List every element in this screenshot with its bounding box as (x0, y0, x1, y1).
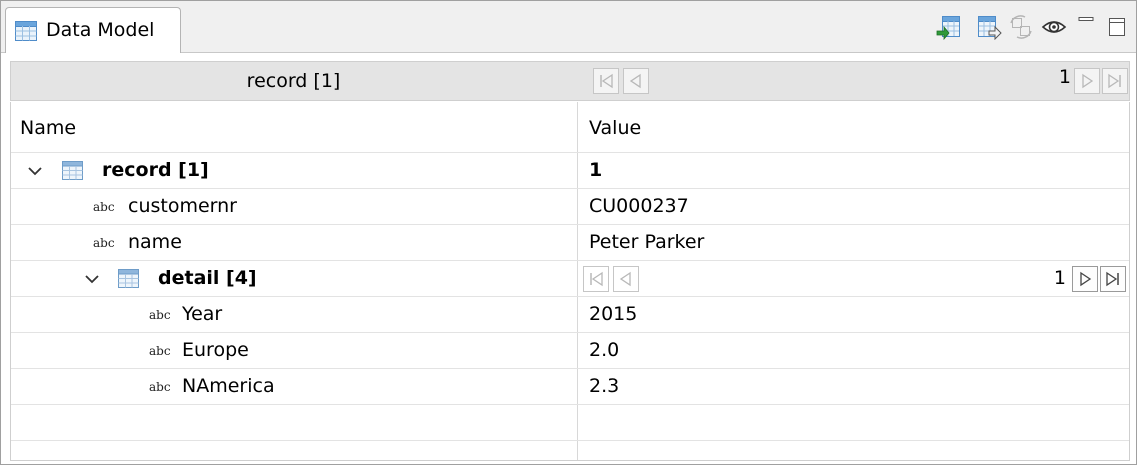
row-name: NAmerica (182, 375, 275, 397)
record-current-number: 1 (1058, 66, 1071, 88)
table-header: Name Value (11, 102, 1129, 153)
first-record-icon (590, 271, 603, 287)
synchronize-icon[interactable] (1008, 14, 1034, 40)
detail-current-number: 1 (1053, 267, 1066, 289)
row-name: record [1] (102, 159, 209, 181)
record-navigation-bar: record [1] 1 (10, 61, 1130, 101)
string-type-icon: abc (149, 380, 171, 394)
table-row-record[interactable]: record [1] 1 (11, 153, 1129, 189)
column-header-name[interactable]: Name (20, 102, 76, 152)
table-row-empty (11, 405, 1129, 441)
column-header-value[interactable]: Value (589, 102, 641, 152)
maximize-icon[interactable] (1104, 14, 1130, 40)
string-type-icon: abc (149, 344, 171, 358)
row-name: Year (182, 303, 223, 325)
export-data-icon[interactable] (976, 14, 1002, 40)
row-name: detail [4] (158, 267, 257, 289)
record-nav-title: record [1] (246, 70, 341, 92)
table-row-detail[interactable]: detail [4] 1 (11, 261, 1129, 297)
table-row-namerica[interactable]: abc NAmerica 2.3 (11, 369, 1129, 405)
view-tab-bar: Data Model (1, 1, 1136, 53)
row-name: customernr (128, 195, 237, 217)
row-value[interactable]: 2015 (589, 297, 637, 332)
next-record-icon (1080, 271, 1092, 287)
previous-record-icon (629, 73, 641, 89)
table-icon (118, 269, 139, 288)
data-tree-table: Name Value record [1] 1 abc customernr C… (10, 102, 1130, 461)
string-type-icon: abc (93, 200, 115, 214)
string-type-icon: abc (149, 308, 171, 322)
detail-last-button[interactable] (1100, 266, 1126, 292)
detail-next-button[interactable] (1072, 266, 1098, 292)
tab-label: Data Model (46, 19, 155, 41)
detail-previous-button[interactable] (613, 266, 639, 292)
chevron-down-icon[interactable] (27, 164, 43, 178)
row-value[interactable]: 2.0 (589, 333, 619, 368)
last-record-icon (1108, 73, 1121, 89)
next-record-button[interactable] (1074, 68, 1100, 94)
chevron-down-icon[interactable] (84, 272, 100, 286)
first-record-icon (600, 73, 613, 89)
table-row-europe[interactable]: abc Europe 2.0 (11, 333, 1129, 369)
string-type-icon: abc (93, 236, 115, 250)
row-name: name (128, 231, 182, 253)
table-row-year[interactable]: abc Year 2015 (11, 297, 1129, 333)
next-record-icon (1082, 73, 1094, 89)
table-row-name[interactable]: abc name Peter Parker (11, 225, 1129, 261)
first-record-button[interactable] (593, 68, 619, 94)
previous-record-button[interactable] (623, 68, 649, 94)
tab-data-model[interactable]: Data Model (5, 7, 181, 53)
previous-record-icon (619, 271, 631, 287)
detail-first-button[interactable] (583, 266, 609, 292)
table-row-customernr[interactable]: abc customernr CU000237 (11, 189, 1129, 225)
minimize-icon[interactable] (1073, 14, 1099, 40)
row-value[interactable]: 2.3 (589, 369, 619, 404)
last-record-icon (1106, 271, 1119, 287)
table-icon (15, 21, 37, 41)
row-name: Europe (182, 339, 249, 361)
row-value: 1 (589, 159, 603, 181)
last-record-button[interactable] (1102, 68, 1128, 94)
data-model-view: Data Model record [1] 1 Name Value recor… (0, 0, 1137, 465)
row-value[interactable]: CU000237 (589, 189, 689, 224)
show-hide-icon[interactable] (1041, 14, 1067, 40)
import-data-icon[interactable] (936, 14, 962, 40)
row-value[interactable]: Peter Parker (589, 225, 704, 260)
table-icon (62, 161, 83, 180)
table-row-empty (11, 441, 1129, 461)
